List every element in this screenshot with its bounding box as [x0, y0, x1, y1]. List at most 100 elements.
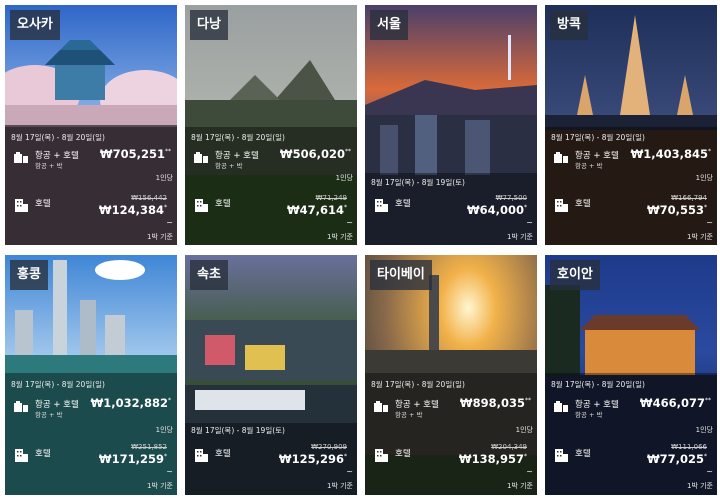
package-sub: 항공 + 박 [215, 162, 243, 170]
package-price: ₩1,032,882* [90, 396, 171, 410]
suitcase-building-icon [554, 401, 568, 412]
package-price: ₩705,251** [99, 147, 171, 161]
trip-dates: 8월 17일(목) - 8월 20일(일) [371, 380, 465, 389]
hotel-label: 호텔 [215, 199, 231, 209]
hotel-original-price: ₩270,909 [311, 443, 347, 451]
trip-dates: 8월 17일(목) - 8월 19일(토) [191, 426, 285, 435]
city-label: 다낭 [190, 10, 228, 40]
destination-card-hoian[interactable]: 호이안 8월 17일(목) - 8월 20일(일) 항공 + 호텔 항공 + 박… [545, 255, 717, 495]
package-sub: 항공 + 박 [575, 411, 603, 419]
price-tilde: ~ [346, 467, 353, 476]
hotel-price: ₩77,025* [646, 452, 707, 466]
package-price: ₩506,020** [279, 147, 351, 161]
package-row[interactable]: 항공 + 호텔 항공 + 박 ₩1,032,882* [13, 396, 171, 419]
hotel-label: 호텔 [215, 449, 231, 459]
hotel-building-icon [375, 199, 388, 212]
package-note: 1인당 [695, 426, 713, 434]
trip-dates: 8월 17일(목) - 8월 20일(일) [11, 380, 105, 389]
hotel-label: 호텔 [575, 449, 591, 459]
card-overlay [5, 127, 177, 245]
package-row[interactable]: 항공 + 호텔 항공 + 박 ₩898,035** [373, 396, 531, 419]
trip-dates: 8월 17일(목) - 8월 20일(일) [191, 133, 285, 142]
city-label: 홍콩 [10, 260, 48, 290]
hotel-building-icon [195, 199, 208, 212]
hotel-label: 호텔 [35, 449, 51, 459]
trip-dates: 8월 17일(목) - 8월 19일(토) [371, 178, 465, 187]
destination-card-seoul[interactable]: 서울 8월 17일(목) - 8월 19일(토) 호텔 ₩77,500 ₩64,… [365, 5, 537, 245]
card-overlay [365, 373, 537, 495]
city-label: 방콕 [550, 10, 588, 40]
hotel-original-price: ₩156,442 [131, 194, 167, 202]
card-overlay [545, 127, 717, 245]
city-label: 타이베이 [370, 260, 432, 290]
suitcase-building-icon [374, 401, 388, 412]
price-tilde: ~ [346, 218, 353, 227]
hotel-original-price: ₩111,066 [671, 443, 707, 451]
card-overlay [5, 373, 177, 495]
hotel-label: 호텔 [395, 449, 411, 459]
hotel-original-price: ₩71,249 [315, 194, 347, 202]
package-note: 1인당 [695, 174, 713, 182]
price-tilde: ~ [526, 218, 533, 227]
trip-dates: 8월 17일(목) - 8월 20일(일) [11, 133, 105, 142]
hotel-building-icon [15, 199, 28, 212]
hotel-building-icon [15, 449, 28, 462]
card-overlay [185, 127, 357, 245]
hotel-original-price: ₩251,852 [131, 443, 167, 451]
hotel-building-icon [195, 449, 208, 462]
suitcase-building-icon [14, 152, 28, 163]
hotel-note: 1박 기준 [327, 482, 353, 490]
city-label: 서울 [370, 10, 408, 40]
trip-dates: 8월 17일(목) - 8월 20일(일) [551, 133, 645, 142]
city-label: 속초 [190, 260, 228, 290]
package-price: ₩898,035** [459, 396, 531, 410]
price-tilde: ~ [706, 218, 713, 227]
hotel-building-icon [555, 199, 568, 212]
city-label: 호이안 [550, 260, 600, 290]
price-tilde: ~ [526, 467, 533, 476]
package-note: 1인당 [335, 174, 353, 182]
hotel-label: 호텔 [35, 199, 51, 209]
package-row[interactable]: 항공 + 호텔 항공 + 박 ₩1,403,845* [553, 147, 711, 170]
trip-dates: 8월 17일(목) - 8월 20일(일) [551, 380, 645, 389]
destination-card-hongkong[interactable]: 홍콩 8월 17일(목) - 8월 20일(일) 항공 + 호텔 항공 + 박 … [5, 255, 177, 495]
package-row[interactable]: 항공 + 호텔 항공 + 박 ₩506,020** [193, 147, 351, 170]
destination-card-taipei[interactable]: 타이베이 8월 17일(목) - 8월 20일(일) 항공 + 호텔 항공 + … [365, 255, 537, 495]
hotel-price: ₩138,957* [458, 452, 527, 466]
hotel-note: 1박 기준 [687, 482, 713, 490]
hotel-price: ₩171,259* [98, 452, 167, 466]
destination-card-osaka[interactable]: 오사카 8월 17일(목) - 8월 20일(일) 항공 + 호텔 항공 + 박… [5, 5, 177, 245]
package-sub: 항공 + 박 [35, 162, 63, 170]
destination-card-sokcho[interactable]: 속초 8월 17일(목) - 8월 19일(토) 호텔 ₩270,909 ₩12… [185, 255, 357, 495]
suitcase-building-icon [194, 152, 208, 163]
hotel-label: 호텔 [395, 199, 411, 209]
card-overlay [545, 373, 717, 495]
price-tilde: ~ [706, 467, 713, 476]
package-note: 1인당 [155, 174, 173, 182]
hotel-price: ₩124,384* [98, 203, 167, 217]
hotel-note: 1박 기준 [147, 482, 173, 490]
destination-grid: 오사카 8월 17일(목) - 8월 20일(일) 항공 + 호텔 항공 + 박… [0, 0, 720, 498]
package-sub: 항공 + 박 [35, 411, 63, 419]
price-tilde: ~ [166, 467, 173, 476]
hotel-price: ₩70,553* [646, 203, 707, 217]
package-note: 1인당 [515, 426, 533, 434]
hotel-price: ₩64,000* [466, 203, 527, 217]
destination-card-bangkok[interactable]: 방콕 8월 17일(목) - 8월 20일(일) 항공 + 호텔 항공 + 박 … [545, 5, 717, 245]
hotel-building-icon [555, 449, 568, 462]
hotel-original-price: ₩204,349 [491, 443, 527, 451]
package-row[interactable]: 항공 + 호텔 항공 + 박 ₩466,077** [553, 396, 711, 419]
hotel-note: 1박 기준 [507, 482, 533, 490]
hotel-original-price: ₩77,500 [495, 194, 527, 202]
package-price: ₩1,403,845* [630, 147, 711, 161]
package-row[interactable]: 항공 + 호텔 항공 + 박 ₩705,251** [13, 147, 171, 170]
hotel-note: 1박 기준 [687, 233, 713, 241]
package-price: ₩466,077** [639, 396, 711, 410]
hotel-price: ₩125,296* [278, 452, 347, 466]
package-note: 1인당 [155, 426, 173, 434]
destination-card-danang[interactable]: 다낭 8월 17일(목) - 8월 20일(일) 항공 + 호텔 항공 + 박 … [185, 5, 357, 245]
hotel-building-icon [375, 449, 388, 462]
hotel-label: 호텔 [575, 199, 591, 209]
suitcase-building-icon [554, 152, 568, 163]
price-tilde: ~ [166, 218, 173, 227]
